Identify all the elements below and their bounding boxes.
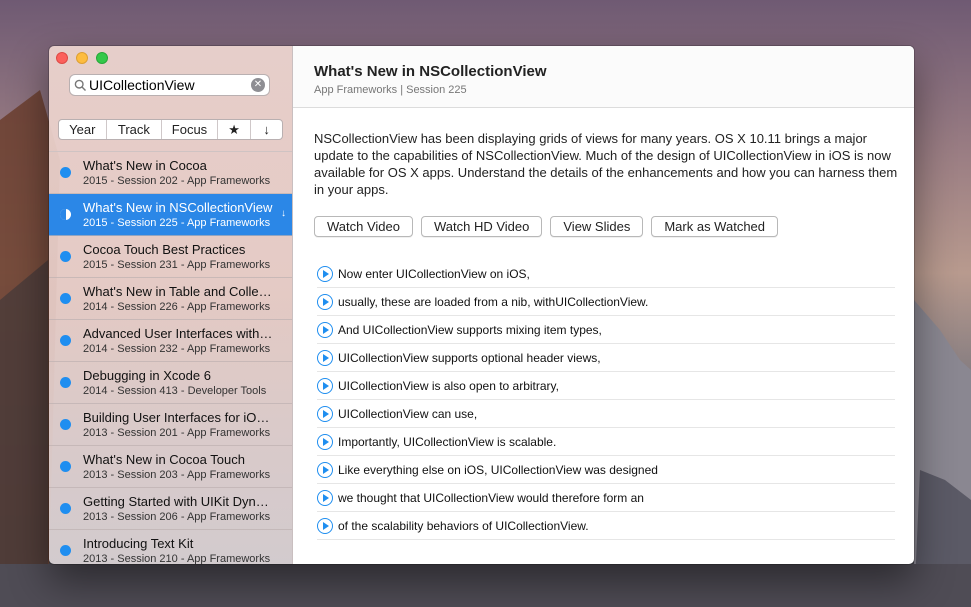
transcript-text: of the scalability behaviors of UICollec… xyxy=(338,518,589,533)
session-subtitle: 2013 - Session 203 - App Frameworks xyxy=(83,469,271,481)
unwatched-dot-icon xyxy=(60,377,71,388)
play-icon[interactable] xyxy=(317,433,333,450)
transcript-text: Now enter UICollectionView on iOS, xyxy=(338,266,530,281)
detail-title: What's New in NSCollectionView xyxy=(314,63,547,80)
session-list-item[interactable]: Cocoa Touch Best Practices 2015 - Sessio… xyxy=(49,236,292,278)
session-list-item[interactable]: Advanced User Interfaces with Collection… xyxy=(49,320,292,362)
window-controls xyxy=(56,52,108,64)
session-list-item[interactable]: Debugging in Xcode 6 2014 - Session 413 … xyxy=(49,362,292,404)
play-icon[interactable] xyxy=(317,489,333,506)
transcript-text: UICollectionView supports optional heade… xyxy=(338,350,601,365)
search-field[interactable]: ✕ xyxy=(69,74,270,96)
session-title: Debugging in Xcode 6 xyxy=(83,368,211,383)
play-icon[interactable] xyxy=(317,321,333,338)
session-title: Cocoa Touch Best Practices xyxy=(83,242,246,257)
filter-track[interactable]: Track xyxy=(107,120,163,139)
session-list-item[interactable]: What's New in Cocoa Touch 2013 - Session… xyxy=(49,446,292,488)
session-subtitle: 2014 - Session 413 - Developer Tools xyxy=(83,385,267,397)
download-arrow-icon[interactable]: ↓ xyxy=(281,208,286,219)
clear-search-button[interactable]: ✕ xyxy=(251,78,265,92)
transcript-line[interactable]: UICollectionView supports optional heade… xyxy=(317,344,895,372)
session-title: Building User Interfaces for iOS 7 xyxy=(83,410,273,425)
sidebar: ✕ Year Track Focus ★ ↓ What's New in Coc… xyxy=(49,46,293,564)
session-subtitle: 2013 - Session 210 - App Frameworks xyxy=(83,553,271,564)
transcript-text: usually, these are loaded from a nib, wi… xyxy=(338,294,649,309)
session-subtitle: 2015 - Session 231 - App Frameworks xyxy=(83,259,271,271)
transcript-list: Now enter UICollectionView on iOS, usual… xyxy=(317,260,895,540)
transcript-line[interactable]: Now enter UICollectionView on iOS, xyxy=(317,260,895,288)
transcript-line[interactable]: UICollectionView can use, xyxy=(317,400,895,428)
session-subtitle: 2014 - Session 226 - App Frameworks xyxy=(83,301,271,313)
play-icon[interactable] xyxy=(317,293,333,310)
filter-favorites-star-icon[interactable]: ★ xyxy=(218,120,252,139)
session-title: Advanced User Interfaces with Collection… xyxy=(83,326,273,341)
play-icon[interactable] xyxy=(317,517,333,534)
transcript-text: UICollectionView is also open to arbitra… xyxy=(338,378,559,393)
transcript-line[interactable]: UICollectionView is also open to arbitra… xyxy=(317,372,895,400)
transcript-text: And UICollectionView supports mixing ite… xyxy=(338,322,602,337)
unwatched-dot-icon xyxy=(60,545,71,556)
session-title: What's New in Cocoa Touch xyxy=(83,452,245,467)
filter-year[interactable]: Year xyxy=(59,120,107,139)
session-list-item[interactable]: Introducing Text Kit 2013 - Session 210 … xyxy=(49,530,292,564)
transcript-text: UICollectionView can use, xyxy=(338,406,478,421)
play-icon[interactable] xyxy=(317,461,333,478)
session-subtitle: 2015 - Session 225 - App Frameworks xyxy=(83,217,271,229)
transcript-line[interactable]: we thought that UICollectionView would t… xyxy=(317,484,895,512)
unwatched-dot-icon xyxy=(60,461,71,472)
session-subtitle: 2013 - Session 201 - App Frameworks xyxy=(83,427,271,439)
transcript-line[interactable]: usually, these are loaded from a nib, wi… xyxy=(317,288,895,316)
action-buttons: Watch Video Watch HD Video View Slides M… xyxy=(314,216,779,237)
session-title: Getting Started with UIKit Dynamics xyxy=(83,494,273,509)
session-subtitle: 2015 - Session 202 - App Frameworks xyxy=(83,175,271,187)
session-list-item[interactable]: What's New in Cocoa 2015 - Session 202 -… xyxy=(49,152,292,194)
transcript-text: we thought that UICollectionView would t… xyxy=(338,490,644,505)
detail-header: What's New in NSCollectionView App Frame… xyxy=(293,46,914,108)
session-subtitle: 2013 - Session 206 - App Frameworks xyxy=(83,511,271,523)
search-icon xyxy=(74,79,86,91)
transcript-line[interactable]: Like everything else on iOS, UICollectio… xyxy=(317,456,895,484)
session-list: What's New in Cocoa 2015 - Session 202 -… xyxy=(49,152,292,564)
session-title: Introducing Text Kit xyxy=(83,536,194,551)
unwatched-dot-icon xyxy=(60,293,71,304)
partially-watched-dot-icon xyxy=(60,209,71,220)
session-list-item-selected[interactable]: What's New in NSCollectionView 2015 - Se… xyxy=(49,194,292,236)
unwatched-dot-icon xyxy=(60,251,71,262)
filter-bar: Year Track Focus ★ ↓ xyxy=(58,119,283,140)
watch-hd-video-button[interactable]: Watch HD Video xyxy=(421,216,543,237)
play-icon[interactable] xyxy=(317,405,333,422)
zoom-window-button[interactable] xyxy=(96,52,108,64)
session-title: What's New in Table and Collection Views xyxy=(83,284,273,299)
close-window-button[interactable] xyxy=(56,52,68,64)
mark-as-watched-button[interactable]: Mark as Watched xyxy=(651,216,779,237)
detail-pane: What's New in NSCollectionView App Frame… xyxy=(293,46,914,564)
detail-meta: App Frameworks | Session 225 xyxy=(314,84,467,96)
session-list-item[interactable]: What's New in Table and Collection Views… xyxy=(49,278,292,320)
session-title: What's New in Cocoa xyxy=(83,158,207,173)
unwatched-dot-icon xyxy=(60,335,71,346)
play-icon[interactable] xyxy=(317,349,333,366)
transcript-text: Like everything else on iOS, UICollectio… xyxy=(338,462,658,477)
search-input[interactable] xyxy=(87,77,251,93)
unwatched-dot-icon xyxy=(60,503,71,514)
session-description: NSCollectionView has been displaying gri… xyxy=(314,131,898,197)
filter-focus[interactable]: Focus xyxy=(162,120,218,139)
session-list-item[interactable]: Building User Interfaces for iOS 7 2013 … xyxy=(49,404,292,446)
session-title: What's New in NSCollectionView xyxy=(83,200,273,215)
play-icon[interactable] xyxy=(317,377,333,394)
view-slides-button[interactable]: View Slides xyxy=(550,216,644,237)
session-list-item[interactable]: Getting Started with UIKit Dynamics 2013… xyxy=(49,488,292,530)
session-subtitle: 2014 - Session 232 - App Frameworks xyxy=(83,343,271,355)
transcript-line[interactable]: of the scalability behaviors of UICollec… xyxy=(317,512,895,540)
transcript-line[interactable]: And UICollectionView supports mixing ite… xyxy=(317,316,895,344)
unwatched-dot-icon xyxy=(60,419,71,430)
transcript-text: Importantly, UICollectionView is scalabl… xyxy=(338,434,557,449)
minimize-window-button[interactable] xyxy=(76,52,88,64)
unwatched-dot-icon xyxy=(60,167,71,178)
filter-sort-arrow-icon[interactable]: ↓ xyxy=(251,120,282,139)
transcript-line[interactable]: Importantly, UICollectionView is scalabl… xyxy=(317,428,895,456)
watch-video-button[interactable]: Watch Video xyxy=(314,216,413,237)
app-window: ✕ Year Track Focus ★ ↓ What's New in Coc… xyxy=(49,46,914,564)
play-icon[interactable] xyxy=(317,265,333,282)
